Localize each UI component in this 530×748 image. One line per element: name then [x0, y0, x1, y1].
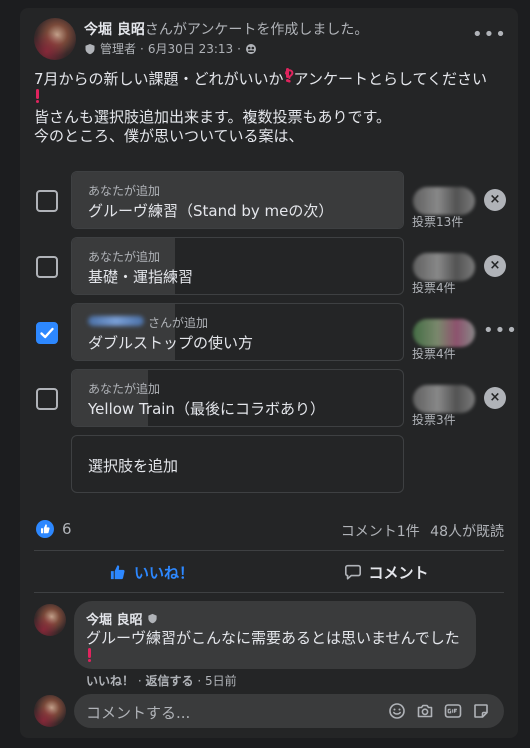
commenter-avatar[interactable]: [34, 604, 66, 636]
post-body: 7月からの新しい課題・どれがいいか アンケートとらしてください 皆さんも選択肢追…: [34, 68, 514, 146]
poll-option-adder: あなたが追加: [88, 382, 161, 396]
poll-option[interactable]: あなたが追加 Yellow Train（最後にコラボあり）: [71, 369, 404, 427]
divider: [34, 550, 504, 551]
poll-option-label: ダブルストップの使い方: [88, 334, 254, 352]
poll-checkbox-checked[interactable]: [36, 322, 58, 344]
comment-composer[interactable]: コメントする...: [74, 694, 504, 728]
comment-count[interactable]: コメント1件: [341, 524, 420, 540]
exclamation-emoji-icon: [86, 647, 92, 666]
my-avatar[interactable]: [34, 695, 66, 727]
poll-option-label: グルーヴ練習（Stand by meの次）: [88, 202, 334, 220]
admin-role: 管理者: [100, 42, 137, 56]
poll-option[interactable]: さんが追加 ダブルストップの使い方: [71, 303, 404, 361]
poll-post-card: 今堀 良昭さんがアンケートを作成しました。 管理者 · 6月30日 23:13 …: [20, 8, 518, 738]
voter-avatars[interactable]: [413, 253, 475, 281]
post-date[interactable]: 6月30日 23:13: [148, 40, 233, 57]
poll-option-adder: さんが追加: [148, 316, 209, 330]
question-emoji-icon: [284, 68, 294, 84]
post-action-text: さんがアンケートを作成しました。: [144, 22, 369, 38]
poll-option[interactable]: あなたが追加 基礎・運指練習: [71, 237, 404, 295]
comment-button[interactable]: コメント: [269, 554, 504, 590]
like-count: 6: [62, 520, 72, 538]
comment-like-button[interactable]: いいね！: [86, 674, 134, 688]
gif-icon[interactable]: [444, 702, 462, 720]
comment-bubble-icon: [345, 564, 362, 580]
comment-actions: いいね！ · 返信する · 5日前: [86, 674, 237, 688]
remove-option-button[interactable]: ×: [484, 255, 506, 277]
post-text-line3: 皆さんも選択肢追加出来ます。複数投票もありです。: [34, 108, 392, 126]
poll-option-adder: あなたが追加: [88, 250, 161, 264]
poll-option[interactable]: あなたが追加 グルーヴ練習（Stand by meの次）: [71, 171, 404, 229]
comment-text: グルーヴ練習がこんなに需要あるとは思いませんでした: [86, 629, 460, 647]
voter-avatars[interactable]: [413, 385, 475, 413]
comment-author[interactable]: 今堀 良昭: [86, 609, 143, 628]
divider: [34, 592, 504, 593]
admin-shield-icon: [85, 43, 95, 54]
comment-age[interactable]: 5日前: [205, 674, 237, 688]
poll-option-label: Yellow Train（最後にコラボあり）: [88, 400, 325, 418]
comment-input-placeholder[interactable]: コメントする...: [86, 702, 190, 723]
stats-right: コメント1件 48人が既読: [341, 521, 504, 541]
add-option-label: 選択肢を追加: [88, 457, 179, 475]
poll-option-adder: あなたが追加: [88, 184, 161, 198]
post-text-line1-after: アンケートとらしてください: [293, 70, 488, 88]
add-option-button[interactable]: 選択肢を追加: [71, 435, 404, 493]
seen-count[interactable]: 48人が既読: [430, 524, 504, 540]
like-button[interactable]: いいね！: [34, 554, 269, 590]
like-label: いいね！: [133, 563, 194, 582]
remove-option-button[interactable]: ×: [484, 387, 506, 409]
comment-bubble: 今堀 良昭 グルーヴ練習がこんなに需要あるとは思いませんでした: [74, 601, 476, 669]
poll-option-votes[interactable]: 投票4件: [412, 279, 456, 296]
checkmark-icon: [40, 327, 54, 339]
camera-icon[interactable]: [416, 702, 434, 720]
blurred-name: [88, 316, 144, 326]
exclamation-emoji-icon: [34, 89, 40, 103]
voter-avatars[interactable]: [413, 187, 475, 215]
poll-checkbox[interactable]: [36, 388, 58, 410]
post-header-line: 今堀 良昭さんがアンケートを作成しました。: [84, 19, 464, 39]
poll-option-label: 基礎・運指練習: [88, 268, 194, 286]
post-text-line4: 今のところ、僕が思いついている案は、: [34, 127, 304, 145]
sticker-icon[interactable]: [472, 702, 490, 720]
poll-checkbox[interactable]: [36, 256, 58, 278]
author-avatar[interactable]: [34, 18, 76, 60]
group-audience-icon: [245, 43, 256, 54]
post-meta: 管理者 · 6月30日 23:13 ·: [84, 40, 257, 57]
poll-option-votes[interactable]: 投票3件: [412, 411, 456, 428]
post-more-button[interactable]: •••: [472, 24, 507, 45]
comment-label: コメント: [368, 563, 429, 582]
poll-option-votes[interactable]: 投票13件: [412, 213, 463, 230]
voter-avatars[interactable]: [413, 319, 475, 347]
option-more-button[interactable]: •••: [483, 320, 518, 341]
poll-checkbox[interactable]: [36, 190, 58, 212]
thumbs-up-icon: [110, 564, 125, 579]
reactions-summary[interactable]: 6: [36, 520, 72, 538]
like-reaction-icon: [36, 520, 54, 538]
emoji-icon[interactable]: [388, 702, 406, 720]
comment-reply-button[interactable]: 返信する: [146, 674, 194, 688]
remove-option-button[interactable]: ×: [484, 189, 506, 211]
poll-option-votes[interactable]: 投票4件: [412, 345, 456, 362]
admin-shield-icon: [147, 613, 157, 624]
author-name[interactable]: 今堀 良昭: [84, 22, 145, 38]
post-text-line1: 7月からの新しい課題・どれがいいか: [34, 70, 284, 88]
